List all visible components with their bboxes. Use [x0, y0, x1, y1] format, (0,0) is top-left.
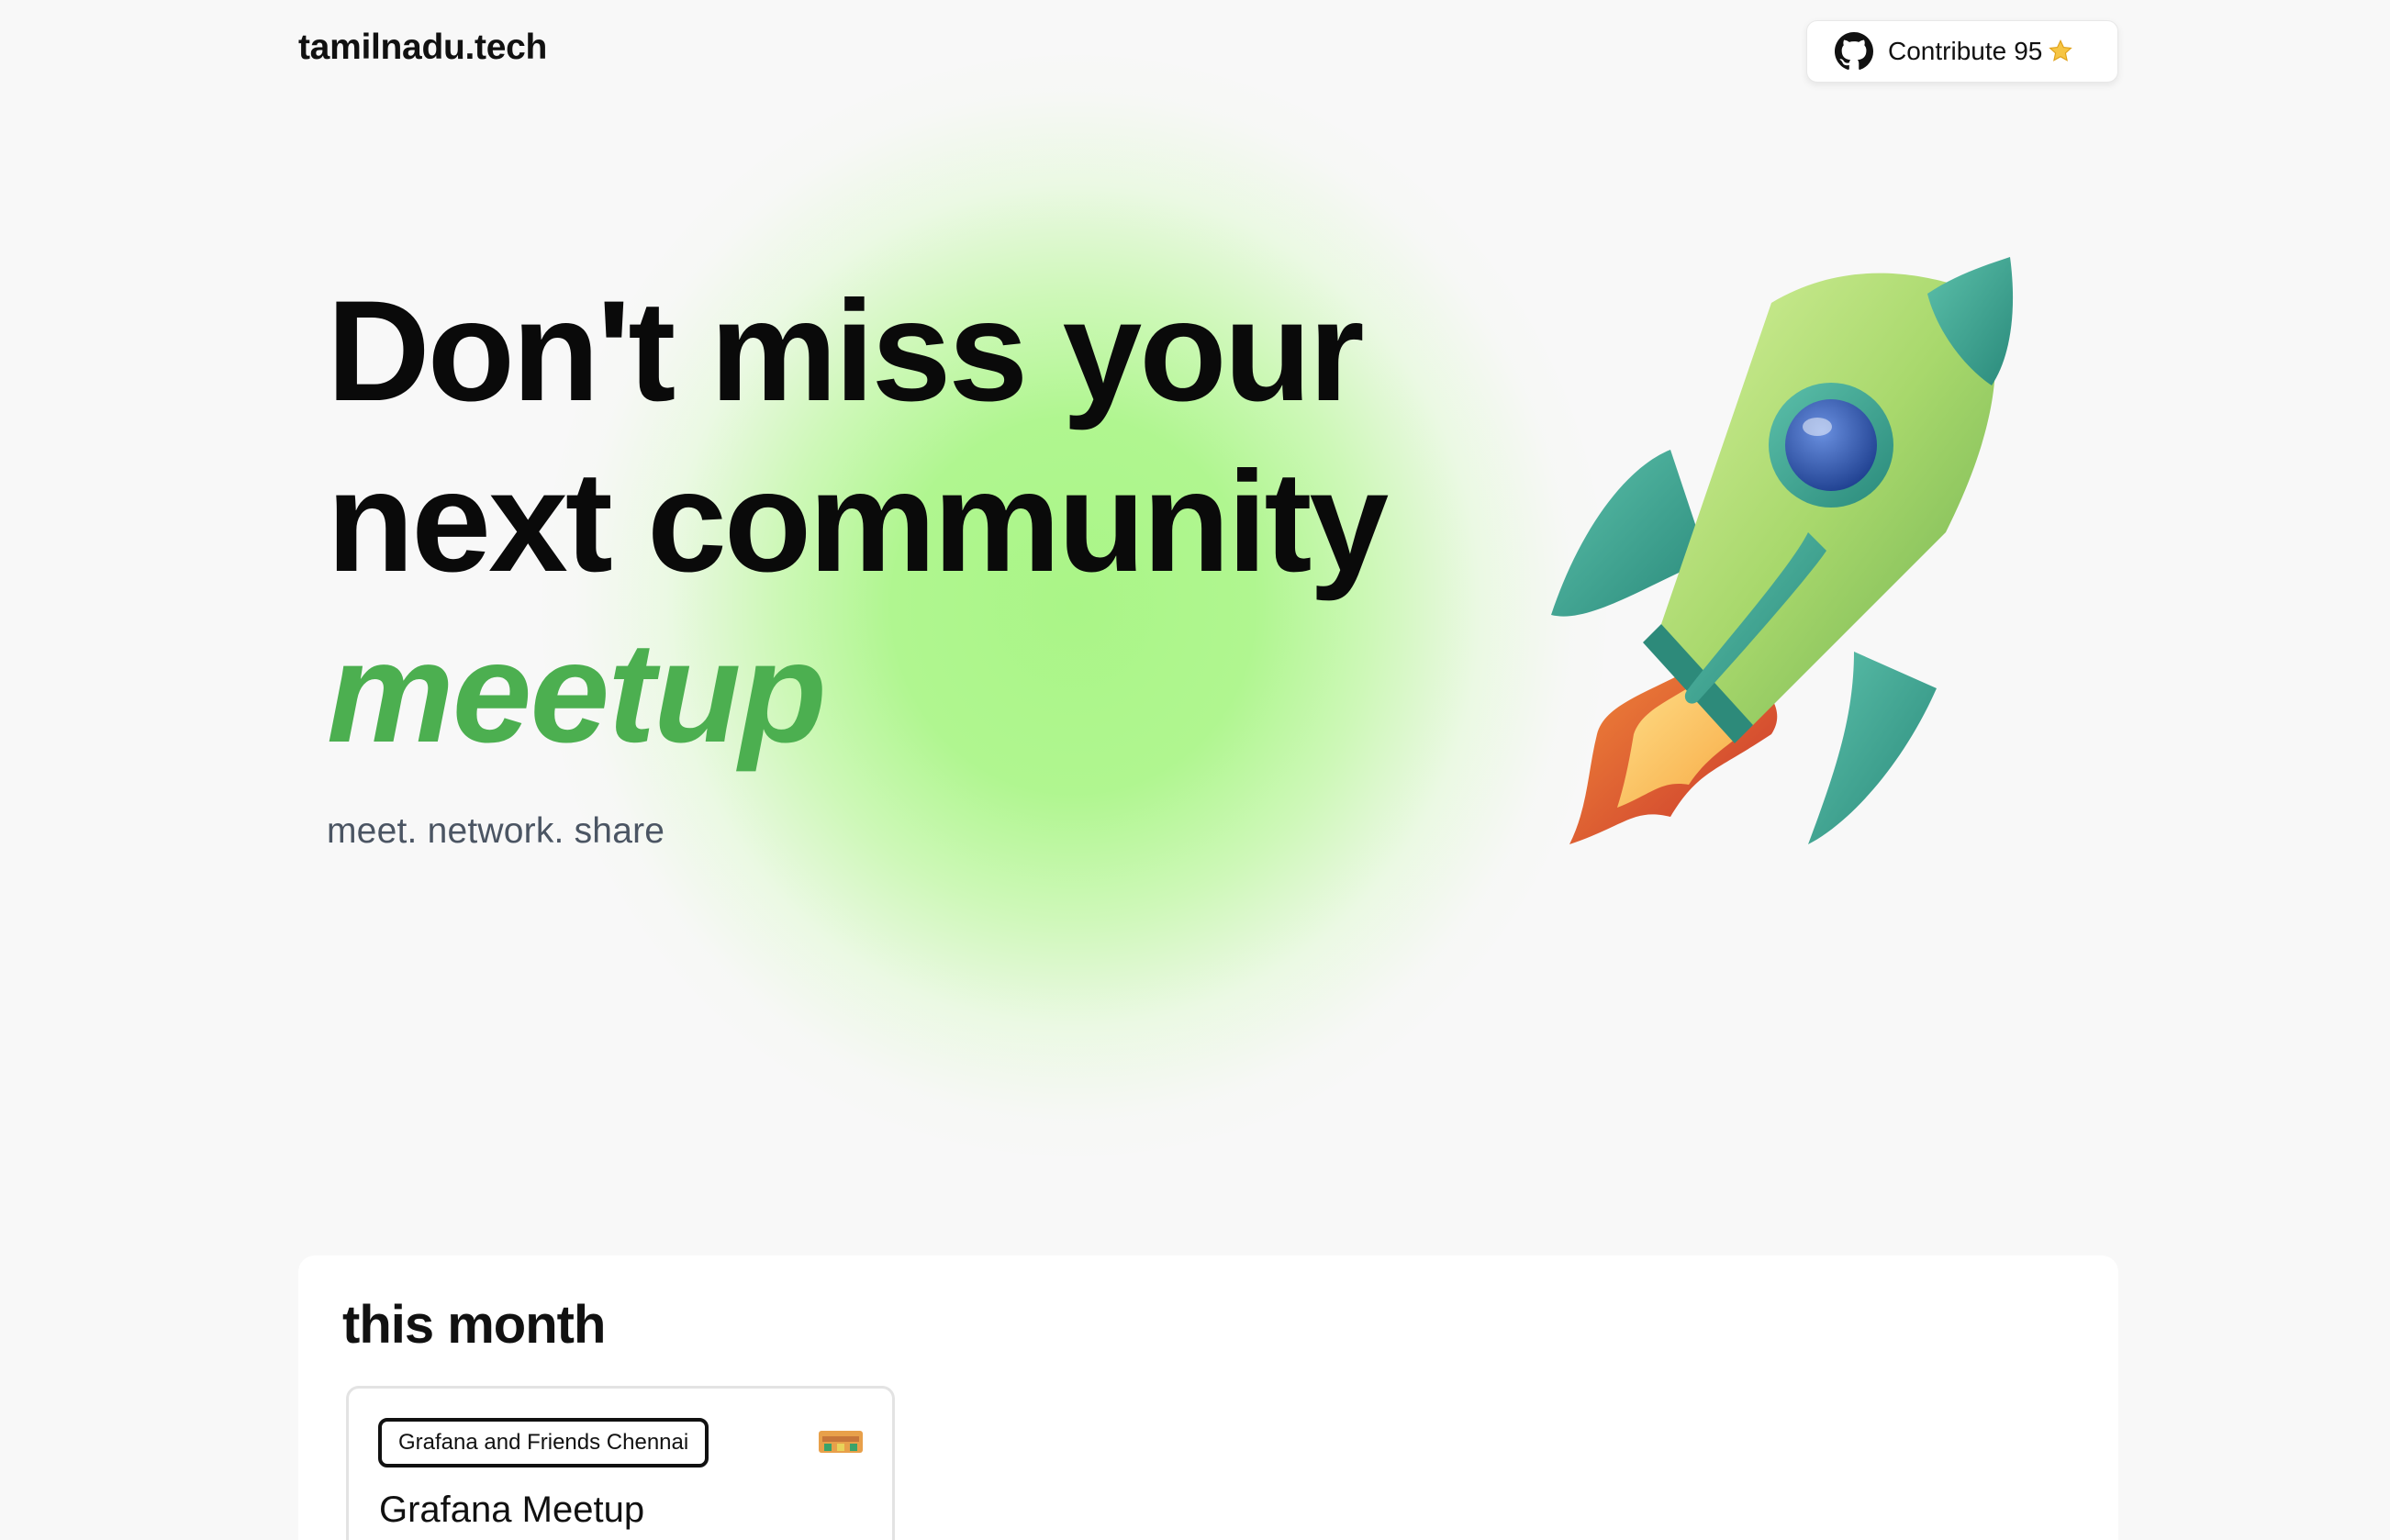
rocket-illustration: [1551, 257, 2014, 844]
site-logo[interactable]: tamilnadu.tech: [298, 28, 547, 68]
star-count: 95: [2014, 37, 2043, 65]
github-icon: [1835, 32, 1873, 70]
hero-heading: Don't miss your next community meetup: [327, 266, 1389, 778]
hero-line-accent: meetup: [327, 613, 827, 773]
this-month-section: this month Grafana and Friends Chennai G…: [298, 1255, 2118, 1540]
event-thumbnail-icon: [819, 1431, 863, 1453]
event-card[interactable]: Grafana and Friends Chennai Grafana Meet…: [346, 1386, 895, 1540]
contribute-label: Contribute: [1888, 37, 2007, 65]
event-title: Grafana Meetup: [379, 1490, 645, 1530]
hero-tagline: meet. network. share: [327, 811, 665, 851]
page: tamilnadu.tech Contribute 95 Don't miss …: [0, 0, 2390, 1540]
hero-line-1: Don't miss your: [327, 272, 1365, 431]
contribute-button[interactable]: Contribute 95: [1806, 20, 2118, 83]
community-tag[interactable]: Grafana and Friends Chennai: [378, 1418, 709, 1467]
section-title: this month: [342, 1295, 606, 1355]
star-icon: [2049, 39, 2073, 61]
hero-line-2: next community: [327, 442, 1389, 602]
